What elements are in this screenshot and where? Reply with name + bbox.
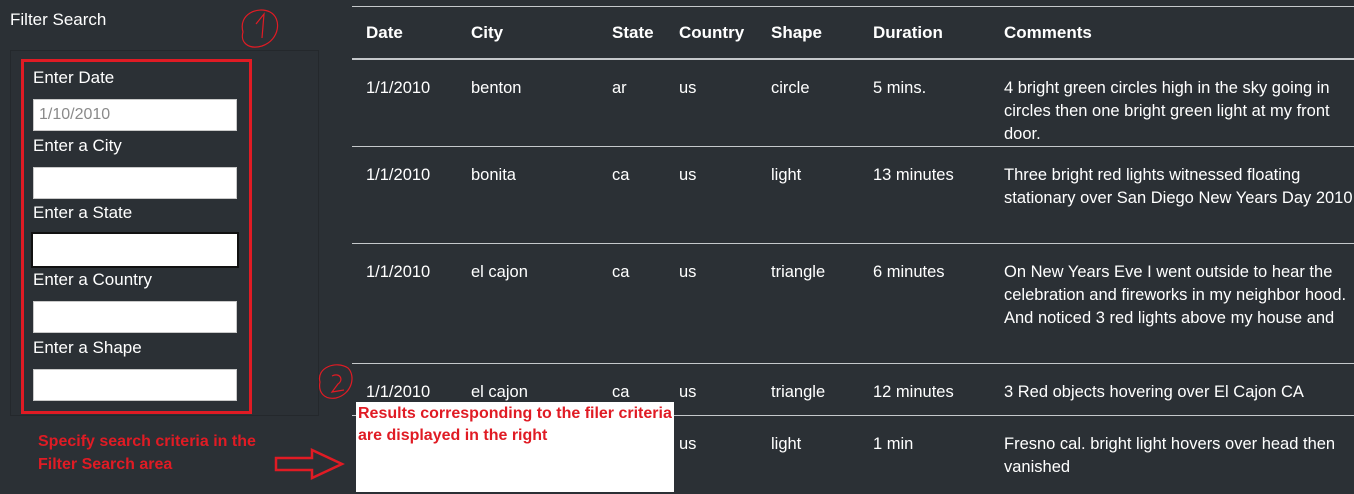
marker-1-icon	[241, 9, 279, 48]
marker-2-icon	[318, 364, 353, 399]
annotation-overlay	[241, 9, 353, 480]
page: Filter Search Enter Date Enter a City En…	[0, 0, 1354, 494]
arrow-right-icon	[274, 448, 345, 480]
